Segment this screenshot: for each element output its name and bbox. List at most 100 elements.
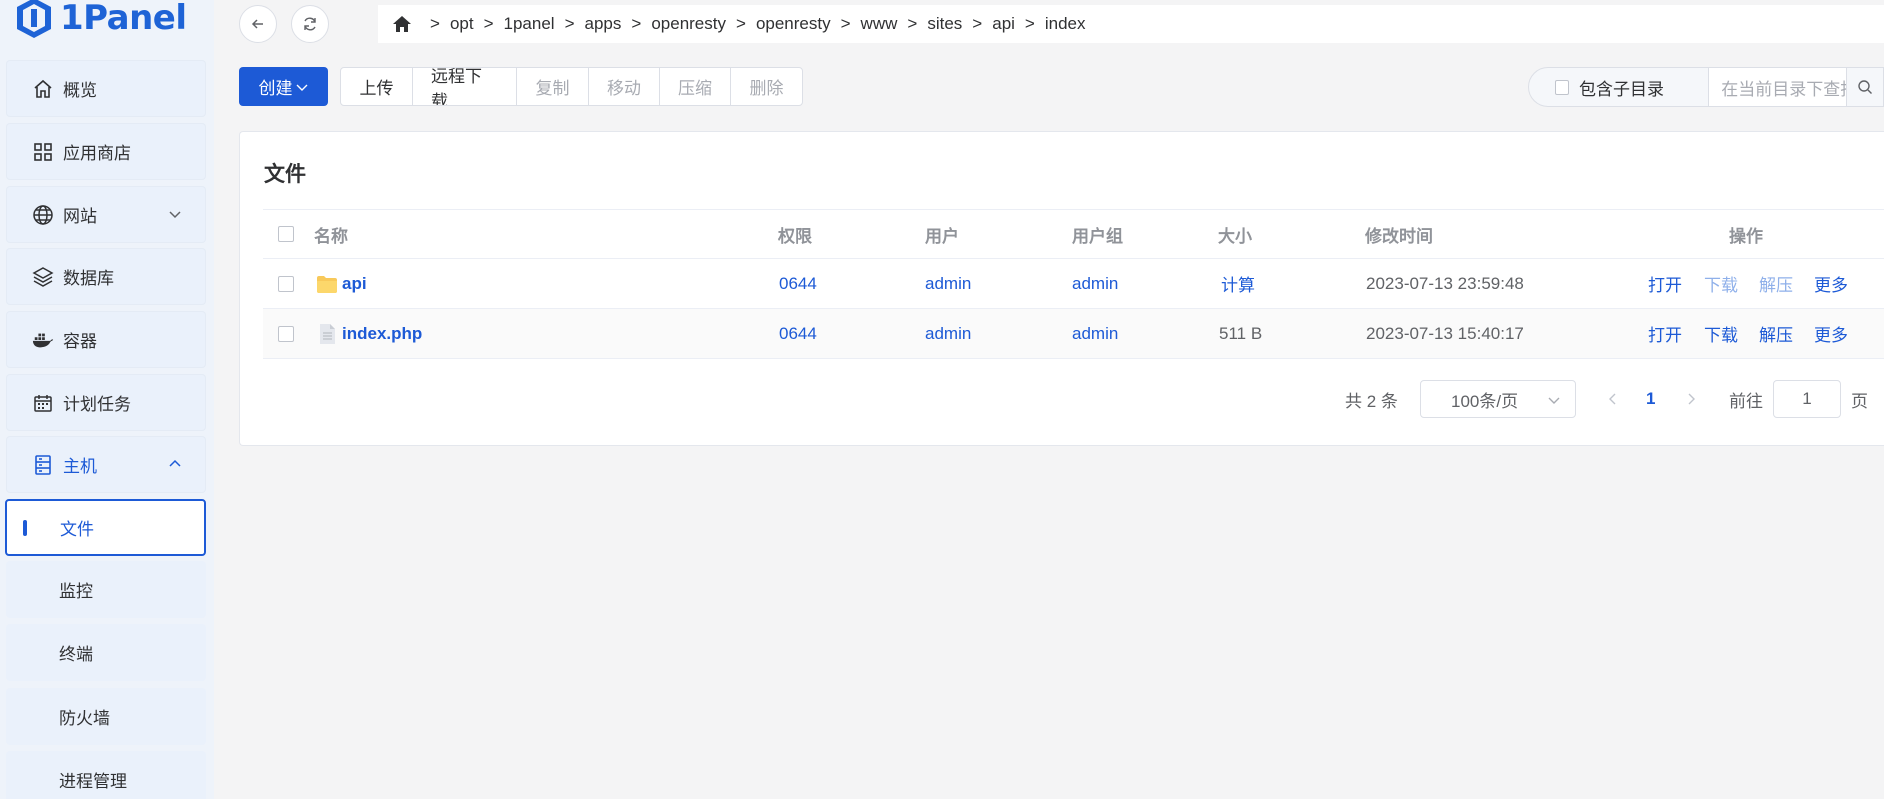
include-subdir-checkbox[interactable]	[1555, 79, 1569, 95]
permission-link[interactable]: 0644	[779, 259, 817, 308]
download-action[interactable]: 下载	[1704, 309, 1738, 358]
compress-button[interactable]: 压缩	[660, 68, 731, 105]
column-header-modified[interactable]: 修改时间	[1365, 210, 1433, 258]
sidebar-subitem-monitor[interactable]: 监控	[6, 561, 206, 618]
arrow-left-icon	[251, 19, 263, 29]
breadcrumb-item[interactable]: www	[861, 14, 898, 34]
table-header: 名称 权限 用户 用户组 大小 修改时间 操作	[263, 209, 1884, 259]
back-button[interactable]	[239, 5, 277, 43]
breadcrumb-item[interactable]: openresty	[756, 14, 831, 34]
sidebar-item-website[interactable]: 网站	[6, 186, 206, 243]
column-header-group: 用户组	[1072, 226, 1123, 246]
breadcrumb-item[interactable]: api	[992, 14, 1015, 34]
breadcrumb-separator: >	[430, 14, 440, 33]
sidebar-item-overview[interactable]: 概览	[6, 60, 206, 117]
table-row[interactable]: api 0644 admin admin 计算 2023-07-13 23:59…	[263, 259, 1884, 309]
select-all-checkbox[interactable]	[278, 226, 294, 242]
sidebar-item-cron[interactable]: 计划任务	[6, 374, 206, 431]
breadcrumb-item[interactable]: index	[1045, 14, 1086, 34]
files-card: 文件 名称 权限 用户 用户组 大小 修改时间 操作 api 0644 admi…	[239, 131, 1884, 446]
modified-time: 2023-07-13 23:59:48	[1366, 273, 1524, 293]
sidebar-subitem-terminal[interactable]: 终端	[6, 624, 206, 681]
refresh-button[interactable]	[291, 5, 329, 43]
goto-label: 前往	[1729, 391, 1763, 411]
column-header-actions: 操作	[1729, 226, 1763, 246]
page-number-current[interactable]: 1	[1646, 380, 1655, 418]
row-checkbox-cell	[278, 309, 294, 358]
name-cell: index.php	[316, 309, 422, 358]
download-action[interactable]: 下载	[1704, 259, 1738, 308]
column-header-name[interactable]: 名称	[314, 210, 348, 258]
user-link[interactable]: admin	[925, 259, 971, 308]
breadcrumb-separator: >	[840, 14, 851, 33]
delete-button[interactable]: 删除	[731, 68, 802, 105]
prev-page-button[interactable]	[1606, 380, 1620, 418]
logo[interactable]: 1Panel	[14, 0, 187, 40]
table-row[interactable]: index.php 0644 admin admin 511 B 2023-07…	[263, 309, 1884, 359]
copy-button[interactable]: 复制	[517, 68, 589, 105]
upload-button[interactable]: 上传	[341, 68, 413, 105]
open-action[interactable]: 打开	[1648, 259, 1682, 308]
permission-link[interactable]: 0644	[779, 309, 817, 358]
next-page-button[interactable]	[1684, 380, 1698, 418]
breadcrumb-item[interactable]: 1panel	[504, 14, 555, 34]
chevron-down-icon	[169, 211, 181, 219]
breadcrumb-separator: >	[564, 14, 575, 33]
sidebar-subitem-label: 监控	[59, 582, 93, 601]
breadcrumb-item[interactable]: sites	[927, 14, 962, 34]
more-action[interactable]: 更多	[1814, 259, 1848, 308]
refresh-icon	[304, 17, 316, 31]
sidebar-subitem-process[interactable]: 进程管理	[6, 751, 206, 799]
row-checkbox[interactable]	[278, 275, 294, 292]
create-button[interactable]: 创建	[239, 67, 328, 106]
column-header-permission: 权限	[778, 226, 812, 246]
home-icon	[32, 78, 54, 100]
row-checkbox-cell	[278, 259, 294, 308]
breadcrumb-item[interactable]: openresty	[651, 14, 726, 34]
remote-download-button[interactable]: 远程下载	[413, 68, 517, 105]
sidebar: 1Panel 概览 应用商店 网站 数据库 容器 计划任务 主机 文件 监控 终…	[0, 0, 214, 799]
move-button[interactable]: 移动	[589, 68, 660, 105]
sidebar-item-container[interactable]: 容器	[6, 311, 206, 368]
file-name-link[interactable]: api	[342, 274, 367, 294]
extract-action[interactable]: 解压	[1759, 309, 1793, 358]
extract-action[interactable]: 解压	[1759, 259, 1793, 308]
sidebar-subitem-files[interactable]: 文件	[5, 499, 206, 556]
more-action[interactable]: 更多	[1814, 309, 1848, 358]
open-action[interactable]: 打开	[1648, 309, 1682, 358]
breadcrumb-item[interactable]: apps	[585, 14, 622, 34]
column-header-size[interactable]: 大小	[1218, 210, 1252, 258]
name-cell: api	[316, 259, 367, 308]
select-all-cell	[278, 210, 294, 258]
row-checkbox[interactable]	[278, 325, 294, 342]
breadcrumb: > opt > 1panel > apps > openresty > open…	[378, 5, 1884, 43]
chevron-left-icon	[1609, 393, 1616, 405]
search-button[interactable]	[1845, 68, 1883, 106]
group-link[interactable]: admin	[1072, 259, 1118, 308]
globe-icon	[32, 204, 54, 226]
card-title: 文件	[264, 163, 306, 186]
server-icon	[32, 454, 54, 476]
file-icon	[320, 323, 335, 344]
group-link[interactable]: admin	[1072, 309, 1118, 358]
sidebar-subitem-label: 进程管理	[59, 772, 127, 791]
page-suffix: 页	[1851, 391, 1868, 411]
sidebar-item-label: 网站	[63, 207, 97, 226]
sidebar-item-label: 计划任务	[63, 395, 131, 414]
page-size-select[interactable]: 100条/页	[1420, 380, 1576, 418]
search-input[interactable]: 在当前目录下查找	[1708, 68, 1846, 106]
sidebar-subitem-label: 防火墙	[59, 709, 110, 728]
goto-page-input[interactable]: 1	[1773, 380, 1841, 418]
sidebar-item-host[interactable]: 主机	[6, 436, 206, 493]
user-link[interactable]: admin	[925, 309, 971, 358]
file-name-link[interactable]: index.php	[342, 324, 422, 344]
sidebar-item-app-store[interactable]: 应用商店	[6, 123, 206, 180]
breadcrumb-item[interactable]: opt	[450, 14, 474, 34]
page-size-value: 100条/页	[1451, 391, 1519, 411]
sidebar-item-database[interactable]: 数据库	[6, 248, 206, 305]
calculate-size-button[interactable]: 计算	[1221, 259, 1255, 308]
sidebar-subitem-firewall[interactable]: 防火墙	[6, 688, 206, 745]
sidebar-subitem-label: 文件	[60, 520, 94, 539]
home-icon[interactable]	[392, 14, 412, 34]
breadcrumb-separator: >	[483, 14, 494, 33]
